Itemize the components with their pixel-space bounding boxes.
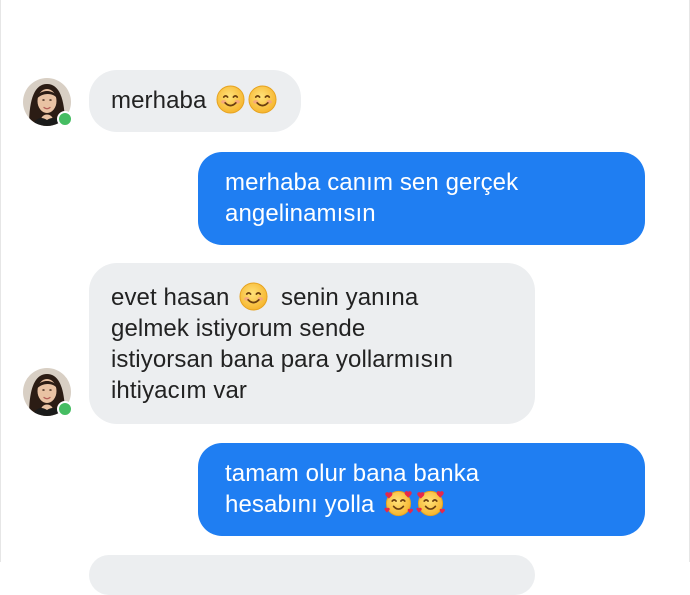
incoming-message-bubble[interactable] — [89, 555, 535, 595]
smiling-face-with-hearts-icon — [384, 489, 413, 518]
chat-window: merhaba merhaba canım sen gerçek angelin… — [0, 0, 690, 595]
message-text: evet hasan — [111, 284, 230, 311]
contact-avatar[interactable] — [23, 78, 73, 127]
incoming-message-bubble[interactable]: evet hasan senin yanına gelmek istiyorum… — [89, 263, 535, 424]
online-status-icon — [57, 401, 73, 417]
online-status-icon — [57, 111, 73, 127]
outgoing-message-bubble[interactable]: merhaba canım sen gerçek angelinamısın — [198, 152, 645, 245]
incoming-message-bubble[interactable]: merhaba — [89, 70, 302, 132]
contact-avatar[interactable] — [23, 368, 73, 417]
outgoing-message-bubble[interactable]: tamam olur bana banka hesabını yolla — [198, 443, 645, 536]
smiling-face-with-hearts-icon — [416, 489, 445, 518]
message-text: hesabını yolla — [225, 491, 375, 518]
smiling-face-icon — [216, 85, 245, 114]
message-line: tamam olur bana banka — [225, 460, 480, 487]
message-text: merhaba — [111, 87, 207, 114]
message-line: angelinamısın — [225, 200, 376, 227]
message-line: ihtiyacım var — [111, 377, 247, 404]
message-line: istiyorsan bana para yollarmısın — [111, 346, 454, 373]
message-line: merhaba canım sen gerçek — [225, 169, 519, 196]
smiling-face-icon — [239, 282, 268, 311]
message-text: senin yanına — [280, 284, 419, 311]
smiling-face-icon — [248, 85, 277, 114]
message-line: gelmek istiyorum sende — [111, 315, 366, 342]
